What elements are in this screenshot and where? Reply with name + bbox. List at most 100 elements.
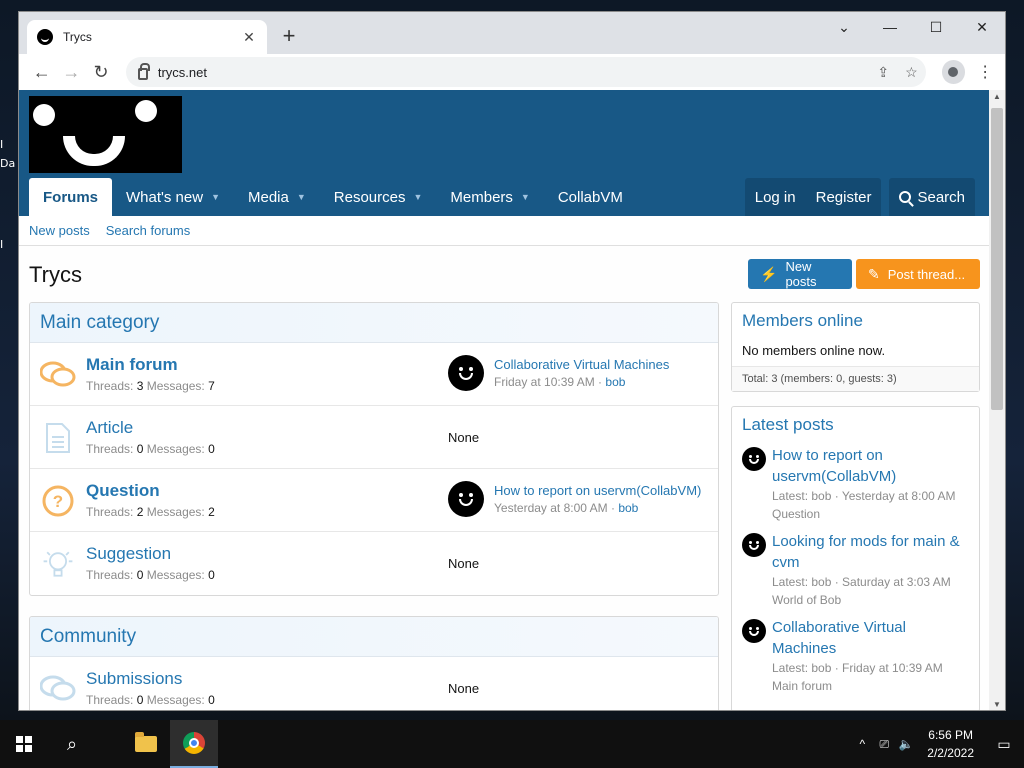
profile-avatar-icon[interactable] <box>941 60 966 84</box>
members-online-title[interactable]: Members online <box>732 303 979 339</box>
tab-close-icon[interactable]: ✕ <box>241 29 257 46</box>
new-posts-link[interactable]: New posts <box>29 223 90 238</box>
latest-post-forum[interactable]: World of Bob <box>772 591 969 609</box>
maximize-icon[interactable]: ☐ <box>913 12 959 42</box>
latest-posts-title[interactable]: Latest posts <box>732 407 979 443</box>
last-post-title[interactable]: Collaborative Virtual Machines <box>494 357 669 372</box>
scrollbar-thumb[interactable] <box>991 108 1003 410</box>
browser-toolbar: ← → ↻ trycs.net ⇪ ☆ ⋮ <box>19 54 1005 90</box>
nav-resources[interactable]: Resources ▼ <box>320 178 437 216</box>
nav-whats-new[interactable]: What's new ▼ <box>112 178 234 216</box>
desktop-icon-label: I <box>0 138 4 151</box>
forum-title[interactable]: Question <box>86 481 160 501</box>
new-tab-button[interactable]: + <box>277 24 301 48</box>
post-thread-button[interactable]: ✎ Post thread... <box>856 259 980 289</box>
close-window-icon[interactable]: ✕ <box>959 12 1005 42</box>
browser-tab[interactable]: Trycs ✕ <box>27 20 267 54</box>
forum-title[interactable]: Suggestion <box>86 544 171 564</box>
button-label: New posts <box>785 259 817 289</box>
last-post-meta: Yesterday at 8:00 AM · bob <box>494 501 639 515</box>
page-scrollbar[interactable]: ▲ ▼ <box>989 90 1005 710</box>
nav-media[interactable]: Media ▼ <box>234 178 320 216</box>
avatar[interactable] <box>742 533 766 557</box>
latest-post-forum[interactable]: Question <box>772 505 969 523</box>
lightbulb-icon <box>40 548 76 580</box>
search-forums-link[interactable]: Search forums <box>106 223 191 238</box>
avatar[interactable] <box>742 619 766 643</box>
site-logo[interactable] <box>29 96 182 173</box>
menu-kebab-icon[interactable]: ⋮ <box>973 62 997 82</box>
notifications-icon[interactable]: ▭ <box>984 736 1024 753</box>
nav-forums[interactable]: Forums <box>29 178 113 216</box>
question-icon: ? <box>40 485 76 517</box>
new-posts-button[interactable]: ⚡ New posts <box>748 259 852 289</box>
start-button[interactable] <box>0 720 48 768</box>
avatar[interactable] <box>448 355 484 391</box>
nav-members[interactable]: Members ▼ <box>436 178 543 216</box>
nav-collabvm[interactable]: CollabVM <box>544 178 637 216</box>
login-link[interactable]: Log in <box>745 189 806 206</box>
sidebar: Members online No members online now. To… <box>731 302 980 710</box>
network-icon[interactable]: ⎚ <box>873 737 895 752</box>
url-text[interactable]: trycs.net <box>158 65 207 80</box>
avatar[interactable] <box>448 481 484 517</box>
latest-post-item: Collaborative Virtual Machines Latest: b… <box>742 617 969 695</box>
category-title[interactable]: Community <box>40 626 136 648</box>
latest-post-forum[interactable]: Main forum <box>772 677 969 695</box>
windows-logo-icon <box>16 736 32 752</box>
search-taskbar-button[interactable]: ⌕ <box>48 720 96 768</box>
back-icon[interactable]: ← <box>27 57 57 87</box>
forward-icon[interactable]: → <box>57 57 87 87</box>
last-post-title[interactable]: How to report on uservm(CollabVM) <box>494 483 701 498</box>
page-title: Trycs <box>29 262 82 287</box>
latest-post-title[interactable]: Collaborative Virtual Machines <box>772 617 969 659</box>
lock-icon[interactable] <box>137 63 150 80</box>
address-bar[interactable]: trycs.net ⇪ ☆ <box>125 57 926 87</box>
chrome-taskbar-button[interactable] <box>170 720 218 768</box>
minimize-icon[interactable]: — <box>867 12 913 42</box>
nav-label: Resources <box>333 188 406 206</box>
forum-title[interactable]: Submissions <box>86 669 182 689</box>
latest-post-item: Looking for mods for main & cvm Latest: … <box>742 531 969 609</box>
search-icon <box>899 190 912 203</box>
share-icon[interactable]: ⇪ <box>877 64 889 81</box>
chevron-up-icon[interactable]: ^ <box>851 737 873 751</box>
tab-search-icon[interactable]: ⌄ <box>821 12 867 42</box>
file-explorer-button[interactable] <box>122 720 170 768</box>
bookmark-star-icon[interactable]: ☆ <box>905 64 918 81</box>
latest-post-title[interactable]: How to report on uservm(CollabVM) <box>772 445 969 487</box>
search-link[interactable]: Search <box>917 189 965 206</box>
category-header[interactable]: Community <box>30 617 718 657</box>
chevron-down-icon[interactable]: ▼ <box>413 192 422 202</box>
scroll-up-icon[interactable]: ▲ <box>989 90 1005 104</box>
forum-title[interactable]: Article <box>86 418 133 438</box>
system-clock[interactable]: 6:56 PM 2/2/2022 <box>927 726 974 762</box>
forum-title[interactable]: Main forum <box>86 355 178 375</box>
latest-posts-block: Latest posts How to report on uservm(Col… <box>731 406 980 710</box>
chevron-down-icon[interactable]: ▼ <box>521 192 530 202</box>
latest-post-title[interactable]: Looking for mods for main & cvm <box>772 531 969 573</box>
last-post-user[interactable]: bob <box>618 501 638 515</box>
last-post-meta: Friday at 10:39 AM · bob <box>494 375 626 389</box>
last-post-user[interactable]: bob <box>605 375 625 389</box>
reload-icon[interactable]: ↻ <box>86 57 116 87</box>
svg-text:?: ? <box>53 492 63 511</box>
scroll-down-icon[interactable]: ▼ <box>989 698 1005 710</box>
avatar[interactable] <box>742 447 766 471</box>
forum-stats: Threads: 0 Messages: 0 <box>86 442 215 456</box>
chevron-down-icon[interactable]: ▼ <box>297 192 306 202</box>
search-group[interactable]: Search <box>889 178 975 216</box>
last-post-none: None <box>448 681 480 696</box>
chevron-down-icon[interactable]: ▼ <box>211 192 220 202</box>
latest-post-meta: Latest: bob · Friday at 10:39 AM <box>772 661 943 675</box>
register-link[interactable]: Register <box>806 189 882 206</box>
category-title[interactable]: Main category <box>40 312 159 334</box>
browser-window: Trycs ✕ + ⌄ — ☐ ✕ ← → ↻ trycs.net ⇪ ☆ ⋮ <box>18 11 1006 711</box>
volume-muted-icon[interactable]: 🔈 <box>895 737 917 751</box>
last-post-none: None <box>448 430 480 445</box>
lightning-icon: ⚡ <box>760 265 778 282</box>
taskbar: ⌕ ^ ⎚ 🔈 6:56 PM 2/2/2022 ▭ <box>0 720 1024 768</box>
account-nav: Log in Register Search <box>737 178 975 216</box>
nav-label: Forums <box>43 188 99 206</box>
category-header[interactable]: Main category <box>30 303 718 343</box>
